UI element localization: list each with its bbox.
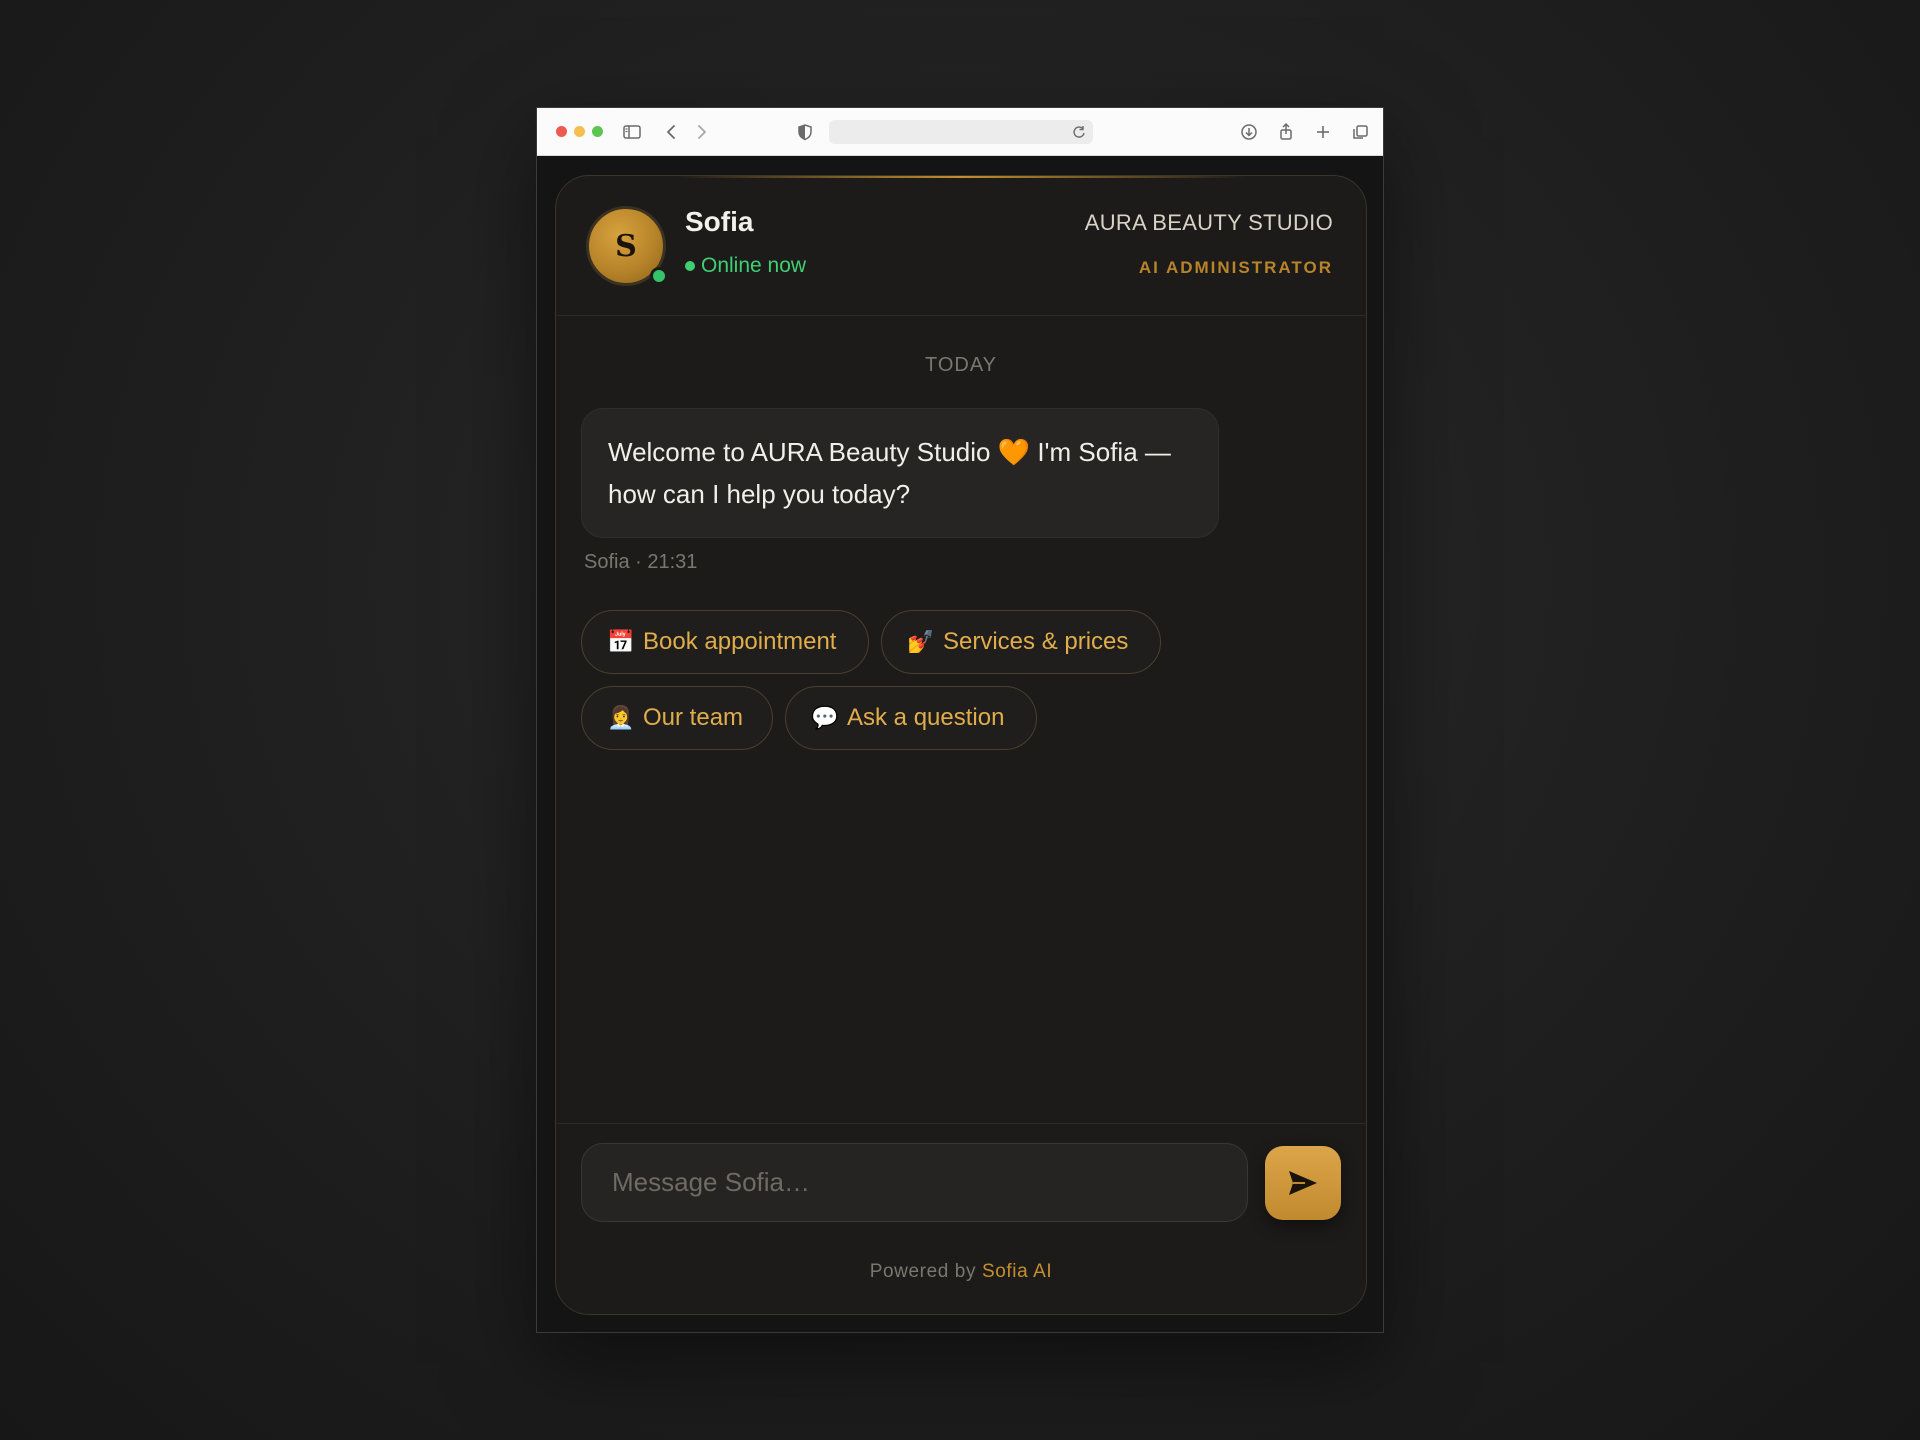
download-icon[interactable] [1238, 121, 1260, 143]
browser-toolbar [537, 108, 1383, 156]
footer-prefix: Powered by [869, 1261, 977, 1282]
quick-reply-our-team[interactable]: 👩‍💼 Our team [581, 686, 773, 750]
send-button[interactable] [1265, 1146, 1341, 1220]
message-bubble: Welcome to AURA Beauty Studio 🧡 I'm Sofi… [581, 408, 1219, 538]
back-icon[interactable] [661, 121, 683, 143]
quick-reply-label: Services & prices [943, 628, 1129, 655]
zoom-window-button[interactable] [592, 126, 603, 137]
chat-header: S Sofia Online now AURA BEAUTY STUDIO AI… [556, 176, 1366, 316]
browser-window: S Sofia Online now AURA BEAUTY STUDIO AI… [536, 107, 1384, 1333]
chat-widget: S Sofia Online now AURA BEAUTY STUDIO AI… [555, 175, 1367, 1315]
send-icon [1289, 1171, 1317, 1195]
speech-bubble-icon: 💬 [811, 705, 839, 730]
reload-icon[interactable] [1069, 122, 1089, 142]
studio-name: AURA BEAUTY STUDIO [1084, 210, 1333, 235]
quick-reply-label: Book appointment [643, 628, 837, 655]
sidebar-icon[interactable] [621, 121, 643, 143]
quick-reply-services-prices[interactable]: 💅 Services & prices [881, 610, 1161, 674]
new-tab-icon[interactable] [1312, 121, 1334, 143]
calendar-icon: 📅 [607, 629, 635, 654]
composer-divider [556, 1123, 1366, 1124]
team-member-icon: 👩‍💼 [607, 705, 635, 730]
status-badge: Online now [685, 254, 806, 278]
message-input[interactable] [581, 1143, 1248, 1222]
status-text: Online now [701, 254, 807, 277]
footer-brand[interactable]: Sofia AI [982, 1261, 1052, 1282]
share-icon[interactable] [1275, 121, 1297, 143]
powered-by: Powered by Sofia AI [556, 1261, 1366, 1283]
close-window-button[interactable] [556, 126, 567, 137]
nail-polish-icon: 💅 [907, 629, 935, 654]
online-dot-icon [685, 261, 695, 271]
agent-role: AI ADMINISTRATOR [1138, 258, 1333, 277]
message-meta: Sofia · 21:31 [584, 551, 698, 573]
quick-reply-book-appointment[interactable]: 📅 Book appointment [581, 610, 869, 674]
window-controls [556, 126, 603, 137]
minimize-window-button[interactable] [574, 126, 585, 137]
quick-reply-label: Ask a question [847, 704, 1005, 731]
address-bar[interactable] [829, 120, 1093, 144]
agent-name: Sofia [685, 206, 754, 237]
privacy-shield-icon[interactable] [794, 121, 816, 143]
tabs-overview-icon[interactable] [1349, 121, 1371, 143]
quick-reply-ask-question[interactable]: 💬 Ask a question [785, 686, 1037, 750]
online-indicator [650, 267, 668, 285]
quick-reply-label: Our team [643, 704, 744, 731]
day-separator: TODAY [924, 354, 998, 376]
forward-icon[interactable] [690, 121, 712, 143]
